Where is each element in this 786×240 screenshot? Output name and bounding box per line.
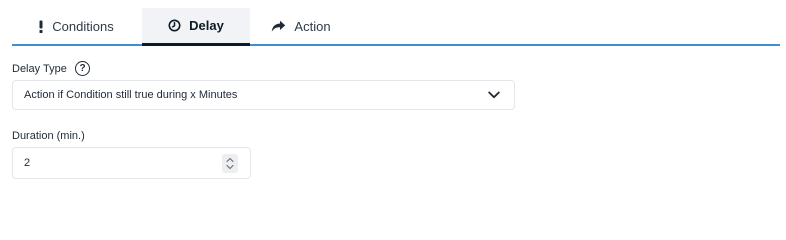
tab-label: Delay [189,18,224,33]
tab-label: Conditions [52,18,114,34]
duration-value: 2 [24,157,31,169]
chevron-down-icon [488,90,500,102]
delay-type-label: Delay Type [12,63,67,75]
tab-conditions[interactable]: Conditions [12,8,140,44]
share-arrow-icon [271,20,286,33]
tab-bar: Conditions Delay Action [12,8,780,46]
question-circle-icon[interactable]: ? [75,61,90,76]
duration-label: Duration (min.) [12,130,85,142]
tab-delay[interactable]: Delay [142,8,250,46]
delay-type-select[interactable]: Action if Condition still true during x … [12,80,515,110]
help-glyph: ? [79,63,86,74]
number-stepper[interactable] [222,154,238,173]
exclamation-icon [38,20,44,33]
delay-type-selected-value: Action if Condition still true during x … [24,89,238,101]
tab-action[interactable]: Action [250,8,352,44]
duration-input[interactable]: 2 [12,147,251,179]
clock-icon [168,19,181,32]
tab-label: Action [294,18,331,34]
